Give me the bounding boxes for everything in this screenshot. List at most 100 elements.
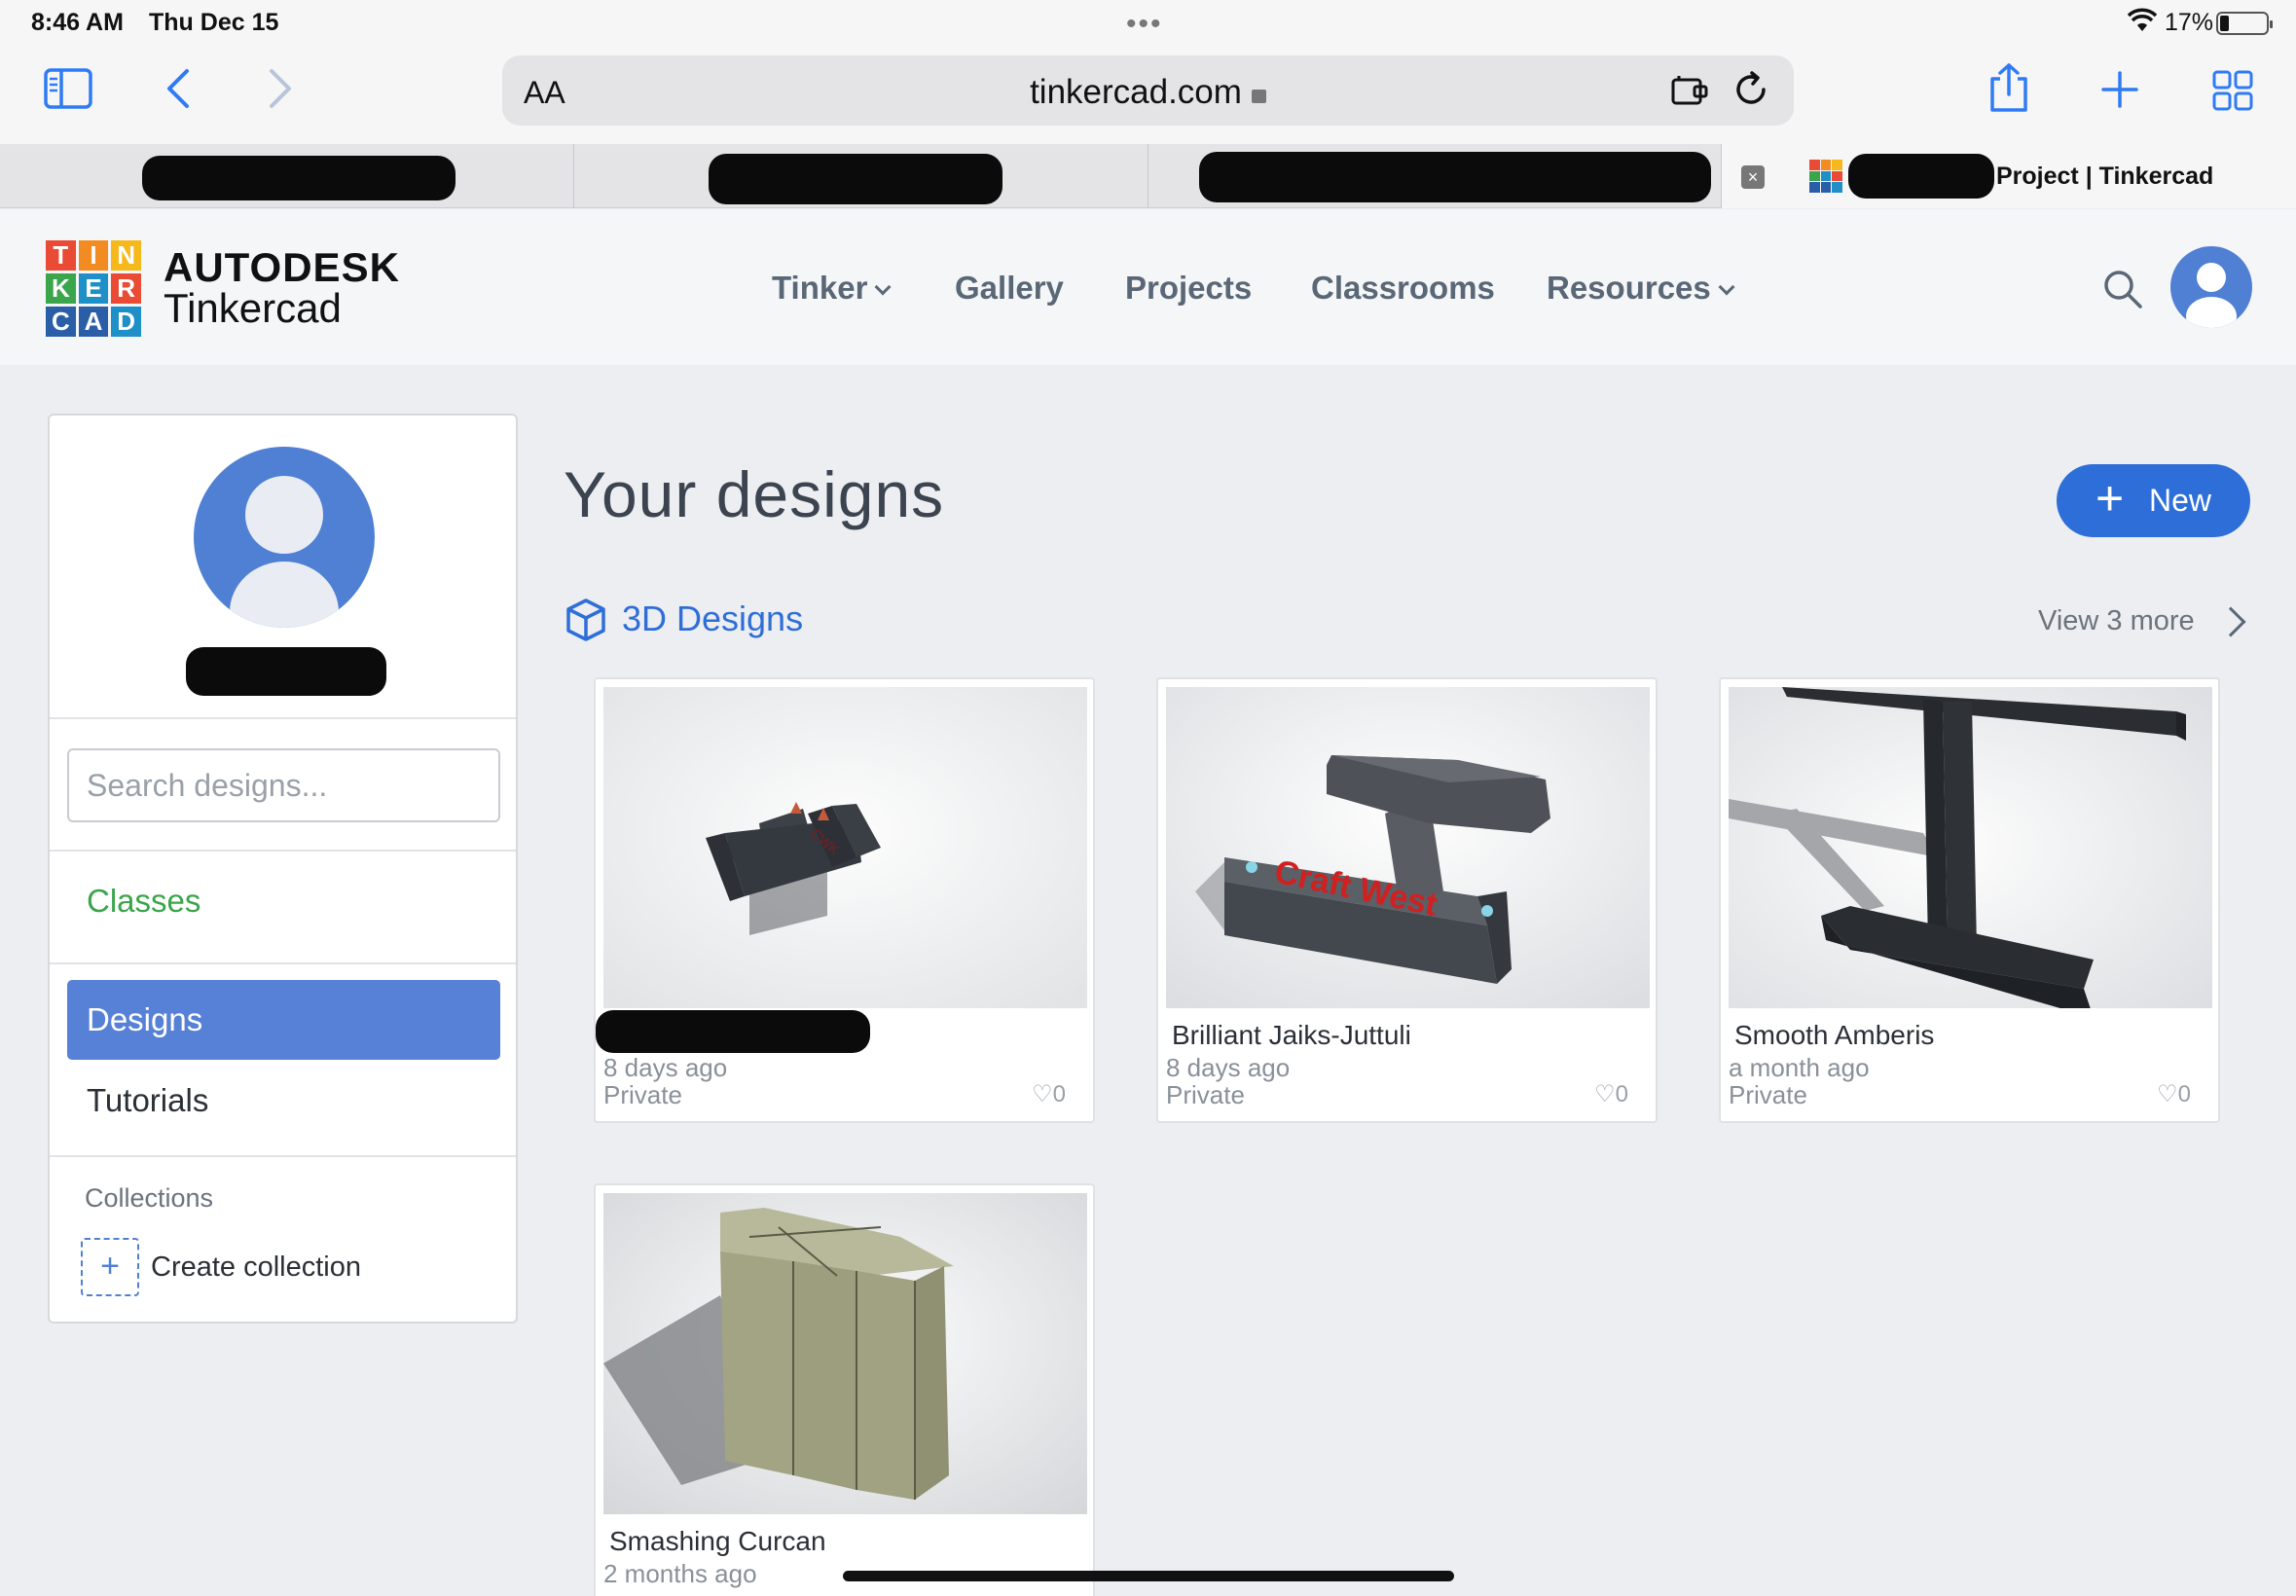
browser-tab-active[interactable]: × Project | Tinkercad bbox=[1722, 144, 2296, 208]
search-icon[interactable] bbox=[2103, 270, 2142, 308]
likes-count[interactable]: ♡0 bbox=[1594, 1080, 1628, 1108]
cube-icon bbox=[566, 598, 605, 641]
battery-percent: 17% bbox=[2165, 9, 2214, 36]
plus-icon: + bbox=[2096, 471, 2125, 526]
redaction bbox=[596, 1010, 870, 1053]
section-3d-designs[interactable]: 3D Designs bbox=[622, 598, 803, 639]
close-tab-icon[interactable]: × bbox=[1741, 165, 1765, 189]
new-design-button[interactable]: + New bbox=[2057, 464, 2250, 537]
wifi-icon bbox=[2128, 8, 2157, 31]
design-card[interactable]: Smooth Amberis a month ago Private ♡0 bbox=[1719, 677, 2220, 1123]
search-designs-input[interactable] bbox=[69, 750, 498, 820]
browser-tab[interactable] bbox=[0, 144, 574, 208]
view-more-link[interactable]: View 3 more bbox=[2038, 605, 2195, 637]
sidebar-item-designs-label: Designs bbox=[87, 1001, 203, 1037]
forward-icon[interactable] bbox=[266, 68, 295, 109]
user-avatar[interactable] bbox=[2170, 246, 2252, 328]
chevron-down-icon bbox=[1718, 278, 1735, 296]
design-name[interactable]: Smashing Curcan bbox=[609, 1526, 826, 1557]
home-indicator[interactable] bbox=[843, 1571, 1454, 1581]
nav-projects[interactable]: Projects bbox=[1125, 270, 1252, 307]
design-date: 8 days ago bbox=[1166, 1053, 1291, 1082]
nav-resources[interactable]: Resources bbox=[1547, 270, 1735, 307]
profile-avatar bbox=[194, 447, 375, 628]
design-card[interactable]: CWK 8 days ago Private ♡0 bbox=[594, 677, 1095, 1123]
nav-tinker-label: Tinker bbox=[772, 270, 868, 306]
logo-letter: N bbox=[111, 240, 141, 271]
design-thumbnail[interactable] bbox=[603, 1193, 1087, 1514]
nav-tinker[interactable]: Tinker bbox=[772, 270, 892, 307]
profile-avatar-icon bbox=[230, 476, 339, 628]
logo-letter: E bbox=[78, 273, 109, 304]
redaction bbox=[1199, 152, 1711, 202]
brand-autodesk: AUTODESK bbox=[164, 244, 400, 290]
design-visibility: Private bbox=[603, 1080, 682, 1109]
likes-count[interactable]: ♡0 bbox=[1032, 1080, 1066, 1108]
sidebar-item-classes[interactable]: Classes bbox=[87, 883, 200, 920]
tinkercad-favicon bbox=[1809, 160, 1842, 193]
status-time: 8:46 AM bbox=[31, 9, 124, 36]
tab-overview-icon[interactable] bbox=[2212, 70, 2253, 111]
create-collection-label: Create collection bbox=[151, 1251, 361, 1283]
extension-icon[interactable] bbox=[1670, 73, 1711, 108]
new-button-label: New bbox=[2149, 483, 2212, 518]
redaction bbox=[186, 647, 386, 696]
logo-letter: C bbox=[46, 307, 76, 337]
sidebar-item-designs[interactable]: Designs bbox=[67, 980, 500, 1060]
active-tab-title: Project | Tinkercad bbox=[1996, 163, 2214, 190]
tinkercad-logo[interactable]: TIN KER CAD bbox=[46, 240, 141, 337]
reload-icon[interactable] bbox=[1732, 71, 1769, 108]
logo-letter: T bbox=[46, 240, 76, 271]
site-header: TIN KER CAD AUTODESK Tinkercad Tinker Gall… bbox=[0, 209, 2296, 365]
multitasking-dots-icon[interactable]: ••• bbox=[1126, 8, 1163, 41]
back-icon[interactable] bbox=[164, 68, 193, 109]
page-title: Your designs bbox=[564, 458, 945, 530]
chevron-down-icon bbox=[874, 278, 892, 296]
search-designs-field[interactable] bbox=[67, 748, 500, 822]
nav-gallery[interactable]: Gallery bbox=[955, 270, 1064, 307]
sidebar-item-tutorials[interactable]: Tutorials bbox=[87, 1082, 208, 1119]
design-date: a month ago bbox=[1729, 1053, 1870, 1082]
logo-letter: K bbox=[46, 273, 76, 304]
url-text[interactable]: tinkercad.com bbox=[502, 73, 1794, 112]
tab-bar: × Project | Tinkercad bbox=[0, 144, 2296, 208]
design-visibility: Private bbox=[1729, 1080, 1807, 1109]
model-preview-image bbox=[1729, 687, 2212, 1008]
share-icon[interactable] bbox=[1987, 62, 2030, 113]
nav-resources-label: Resources bbox=[1547, 270, 1711, 306]
collections-heading: Collections bbox=[85, 1183, 214, 1213]
sidebar-toggle-icon[interactable] bbox=[44, 68, 92, 109]
battery-icon bbox=[2216, 12, 2273, 35]
redaction bbox=[142, 156, 456, 200]
design-card[interactable]: Smashing Curcan 2 months ago bbox=[594, 1183, 1095, 1596]
design-name[interactable]: Smooth Amberis bbox=[1734, 1020, 1934, 1051]
nav-classrooms[interactable]: Classrooms bbox=[1311, 270, 1495, 307]
new-tab-icon[interactable] bbox=[2100, 70, 2139, 109]
browser-tab[interactable] bbox=[574, 144, 1148, 208]
design-card[interactable]: Craft West Brilliant Jaiks-Juttuli 8 day… bbox=[1156, 677, 1658, 1123]
brand-tinkercad: Tinkercad bbox=[164, 285, 342, 331]
divider bbox=[50, 717, 516, 719]
design-date: 8 days ago bbox=[603, 1053, 728, 1082]
model-preview-image bbox=[603, 1193, 1087, 1514]
design-visibility: Private bbox=[1166, 1080, 1245, 1109]
model-preview-image: CWK bbox=[603, 687, 1087, 1008]
design-thumbnail[interactable]: CWK bbox=[603, 687, 1087, 1008]
design-thumbnail[interactable] bbox=[1729, 687, 2212, 1008]
user-avatar-icon bbox=[2186, 263, 2237, 328]
design-date: 2 months ago bbox=[603, 1559, 757, 1588]
divider bbox=[50, 962, 516, 964]
profile-sidebar: Classes Designs Tutorials Collections + … bbox=[48, 414, 518, 1324]
logo-letter: I bbox=[78, 240, 109, 271]
status-date: Thu Dec 15 bbox=[149, 9, 279, 36]
chevron-right-icon[interactable] bbox=[2215, 606, 2246, 637]
design-name[interactable]: Brilliant Jaiks-Juttuli bbox=[1172, 1020, 1411, 1051]
browser-tab[interactable] bbox=[1148, 144, 1722, 208]
model-preview-image: Craft West bbox=[1166, 687, 1650, 1008]
divider bbox=[50, 1155, 516, 1157]
redaction bbox=[1848, 154, 1994, 199]
address-bar[interactable]: AA tinkercad.com bbox=[502, 55, 1794, 126]
likes-count[interactable]: ♡0 bbox=[2157, 1080, 2191, 1108]
design-thumbnail[interactable]: Craft West bbox=[1166, 687, 1650, 1008]
status-bar: 8:46 AM Thu Dec 15 ••• 17% bbox=[0, 0, 2296, 45]
